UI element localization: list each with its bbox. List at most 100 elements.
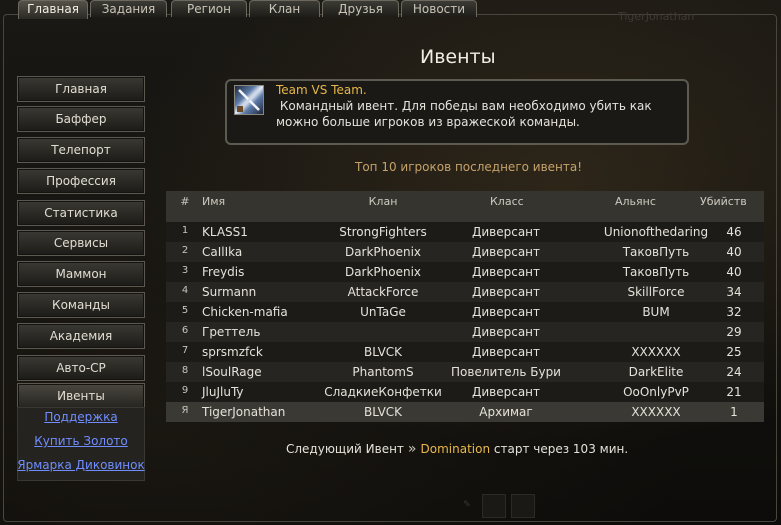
cell-ally: DarkElite: [628, 365, 684, 379]
tab-quests[interactable]: Задания: [90, 0, 167, 17]
tab-main[interactable]: Главная: [18, 0, 88, 19]
table-row: 6 Греттель Диверсант 29: [166, 322, 764, 342]
support-link[interactable]: Поддержка: [17, 410, 145, 424]
cell-class: Диверсант: [471, 345, 541, 359]
self-row: Я TigerJonathan BLVCK Архимаг XXXXXX 1: [166, 402, 764, 422]
cell-ally: BUM: [642, 305, 670, 319]
cell-kills: 25: [726, 345, 742, 359]
cell-class: Диверсант: [471, 285, 541, 299]
next-event-line: Следующий Ивент» Domination старт через 1…: [286, 441, 628, 457]
cell-kills: 46: [726, 225, 742, 239]
sidebar-item-buffer[interactable]: Баффер: [17, 106, 145, 132]
table-row: 4 Surmann AttackForce Диверсант SkillForce 34: [166, 282, 764, 302]
table-row: 2 CaIlIka DarkPhoenix Диверсант ТаковПуть 40: [166, 242, 764, 262]
cell-clan: BLVCK: [363, 405, 403, 419]
sidebar-item-profession[interactable]: Профессия: [17, 168, 145, 194]
pencil-icon: ✎: [463, 500, 471, 510]
cell-ally: ТаковПуть: [622, 245, 690, 259]
cell-kills: 40: [726, 245, 742, 259]
cell-name: sprsmzfck: [202, 345, 263, 359]
table-row: 8 lSoulRage PhantomS Повелитель Бури DarkEli…: [166, 362, 764, 382]
header-num: #: [180, 195, 190, 208]
cell-name: Греттель: [202, 325, 261, 339]
slot-icon: [482, 494, 506, 518]
cell-num: 1: [181, 225, 189, 236]
tab-friends[interactable]: Друзья: [322, 0, 399, 17]
cell-kills: 21: [726, 385, 742, 399]
cell-kills: 1: [730, 405, 738, 419]
cell-num: 3: [181, 265, 189, 276]
cell-class: Диверсант: [471, 225, 541, 239]
cell-name: Surmann: [202, 285, 257, 299]
table-header: # Имя Клан Класс Альянс Убийств: [166, 191, 764, 222]
page-title: Ивенты: [420, 46, 496, 68]
cell-class: Диверсант: [471, 265, 541, 279]
header-kills: Убийств: [700, 195, 747, 208]
table-row: 3 Freydis DarkPhoenix Диверсант ТаковПуть 40: [166, 262, 764, 282]
next-event-prefix: Следующий Ивент: [286, 442, 404, 456]
sidebar-item-auto-cp[interactable]: Авто-СР: [17, 355, 145, 381]
cell-name: lSoulRage: [202, 365, 262, 379]
cell-num: 2: [181, 245, 189, 256]
sidebar-item-commands[interactable]: Команды: [17, 292, 145, 318]
cell-clan: UnTaGe: [360, 305, 406, 319]
header-class: Класс: [490, 195, 524, 208]
cell-clan: AttackForce: [347, 285, 419, 299]
table-row: 7 sprsmzfck BLVCK Диверсант XXXXXX 25: [166, 342, 764, 362]
next-arrow-icon: »: [407, 441, 417, 457]
header-ally: Альянс: [615, 195, 656, 208]
cell-clan: DarkPhoenix: [344, 265, 422, 279]
curiosity-fair-link[interactable]: Ярмарка Диковинок: [17, 458, 145, 472]
sidebar-item-statistics[interactable]: Статистика: [17, 200, 145, 226]
cell-num: 9: [181, 385, 189, 396]
cell-clan: BLVCK: [363, 345, 403, 359]
cell-clan: PhantomS: [352, 365, 414, 379]
cell-clan: DarkPhoenix: [344, 245, 422, 259]
cell-clan: СладкиеКонфетки: [324, 385, 442, 399]
cell-ally: ТаковПуть: [622, 265, 690, 279]
cell-ally: OoOnlyPvP: [623, 385, 689, 399]
cell-kills: 24: [726, 365, 742, 379]
table-row: 5 Chicken-mafia UnTaGe Диверсант BUM 32: [166, 302, 764, 322]
sidebar-item-teleport[interactable]: Телепорт: [17, 137, 145, 163]
table-row: 1 KLASS1 StrongFighters Диверсант Unionofthe…: [166, 222, 764, 242]
sidebar-item-main[interactable]: Главная: [17, 76, 145, 102]
header-clan: Клан: [368, 195, 398, 208]
top10-caption: Топ 10 игроков последнего ивента!: [355, 160, 583, 174]
cell-kills: 40: [726, 265, 742, 279]
cell-class: Архимаг: [479, 405, 533, 419]
cell-num: 6: [181, 325, 189, 336]
cell-class: Диверсант: [471, 305, 541, 319]
cell-kills: 34: [726, 285, 742, 299]
sidebar-item-services[interactable]: Сервисы: [17, 230, 145, 256]
cell-name: JluJluTy: [202, 385, 244, 399]
cell-kills: 32: [726, 305, 742, 319]
cell-name: Chicken-mafia: [202, 305, 288, 319]
crossed-swords-icon: [234, 85, 264, 115]
cell-num: Я: [181, 405, 189, 416]
next-event-suffix: старт через 103 мин.: [493, 442, 629, 456]
next-event-name[interactable]: Domination: [421, 442, 491, 456]
event-description: Командный ивент. Для победы вам необходи…: [276, 99, 656, 129]
cell-num: 8: [181, 365, 189, 376]
cell-class: Повелитель Бури: [451, 365, 561, 379]
buy-gold-link[interactable]: Купить Золото: [17, 434, 145, 448]
cell-ally: Unionofthedaring: [603, 225, 709, 239]
cell-name: CaIlIka: [202, 245, 243, 259]
tab-clan[interactable]: Клан: [249, 0, 320, 17]
tab-region[interactable]: Регион: [171, 0, 247, 17]
header-name: Имя: [202, 195, 226, 208]
top-players-table: # Имя Клан Класс Альянс Убийств 1 KLASS1 S…: [166, 191, 764, 422]
cell-num: 7: [181, 345, 189, 356]
sidebar-item-mammon[interactable]: Маммон: [17, 261, 145, 287]
sidebar-item-academy[interactable]: Академия: [17, 323, 145, 349]
cell-class: Диверсант: [471, 325, 541, 339]
slot-icon: [511, 494, 535, 518]
table-body: 1 KLASS1 StrongFighters Диверсант Unionofthe…: [166, 222, 764, 422]
sidebar-item-events[interactable]: Ивенты: [17, 383, 145, 409]
tab-news[interactable]: Новости: [401, 0, 477, 17]
cell-clan: StrongFighters: [339, 225, 427, 239]
ghost-player-name: TigerJonathan: [618, 10, 695, 23]
cell-num: 5: [181, 305, 189, 316]
cell-num: 4: [181, 285, 189, 296]
